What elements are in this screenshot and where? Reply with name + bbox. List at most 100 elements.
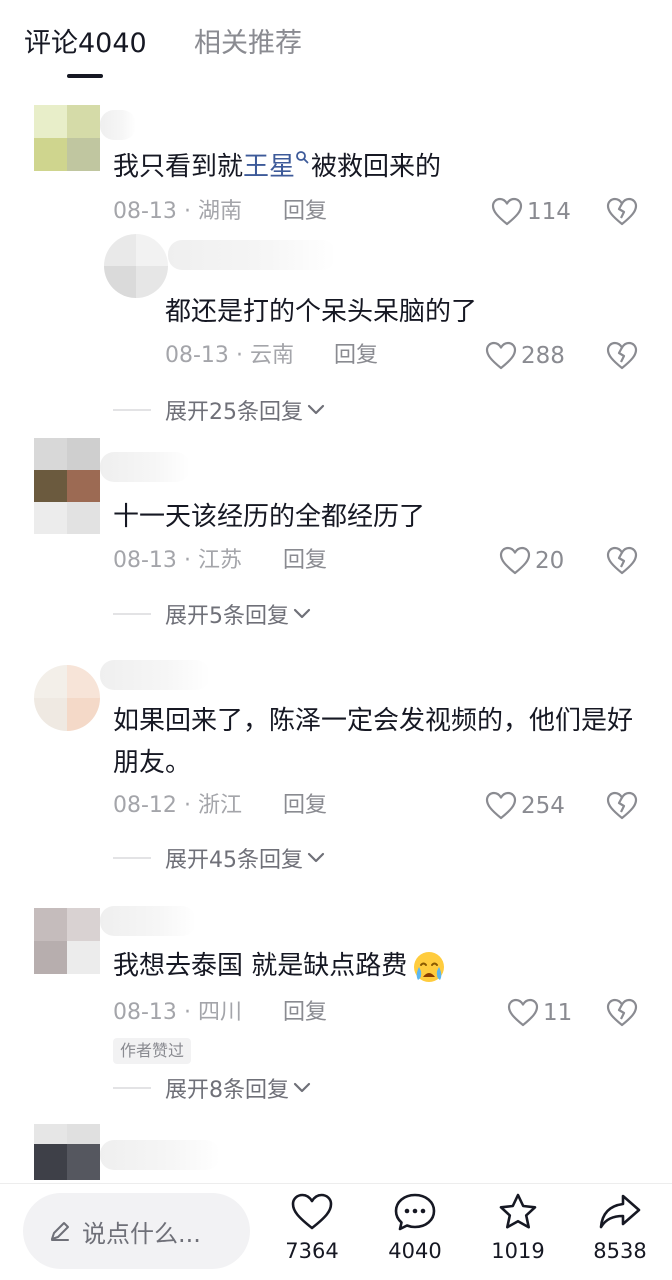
crying-emoji-icon xyxy=(414,952,445,982)
like-button[interactable]: 288 xyxy=(485,338,565,374)
comment-text-after: 被救回来的 xyxy=(311,152,442,182)
comments-button[interactable]: 4040 xyxy=(375,1192,455,1264)
like-count: 114 xyxy=(527,199,571,225)
avatar[interactable] xyxy=(34,908,100,974)
username-blurred xyxy=(100,452,190,482)
dislike-heart-icon[interactable] xyxy=(606,340,638,372)
username-blurred xyxy=(168,240,336,270)
share-button[interactable]: 8538 xyxy=(580,1192,660,1264)
comment-location: 浙江 xyxy=(197,793,242,818)
username-blurred xyxy=(100,906,196,936)
avatar[interactable] xyxy=(34,438,100,534)
like-button[interactable]: 20 xyxy=(499,543,564,579)
chevron-down-icon xyxy=(293,608,311,619)
comment-text: 都还是打的个呆头呆脑的了 xyxy=(165,297,478,327)
comment-date: 08-13 xyxy=(113,548,177,573)
dislike-heart-icon[interactable] xyxy=(606,545,638,577)
username-blurred xyxy=(100,110,136,140)
expand-replies[interactable]: 展开25条回复 xyxy=(113,394,325,426)
favorite-button[interactable]: 1019 xyxy=(478,1192,558,1264)
comment-date: 08-13 xyxy=(165,343,229,368)
search-icon xyxy=(296,151,309,164)
divider xyxy=(113,613,151,615)
reply-button[interactable]: 回复 xyxy=(283,196,327,228)
expand-replies-label: 展开45条回复 xyxy=(165,848,303,873)
comment-meta: 08-13 · 四川 xyxy=(113,1000,242,1025)
dislike-heart-icon[interactable] xyxy=(606,997,638,1029)
heart-icon xyxy=(291,1193,333,1230)
comment-tabs: 评论4040 相关推荐 xyxy=(0,0,672,80)
username-blurred xyxy=(100,660,210,690)
comment-text-before: 我只看到就 xyxy=(113,152,244,182)
heart-icon xyxy=(485,341,517,370)
comment-count: 4040 xyxy=(388,1239,442,1263)
like-button[interactable]: 11 xyxy=(507,995,572,1031)
divider xyxy=(113,1087,151,1089)
chevron-down-icon xyxy=(293,1082,311,1093)
expand-replies[interactable]: 展开45条回复 xyxy=(113,842,325,874)
comment-text-body: 我想去泰国 就是缺点路费 xyxy=(113,951,408,981)
comment-location: 江苏 xyxy=(197,548,242,573)
expand-replies[interactable]: 展开8条回复 xyxy=(113,1072,311,1104)
heart-icon xyxy=(491,197,523,226)
heart-icon xyxy=(485,791,517,820)
like-button[interactable]: 254 xyxy=(485,788,565,824)
comment-icon xyxy=(394,1193,436,1231)
heart-icon xyxy=(499,546,531,575)
avatar[interactable] xyxy=(104,234,168,298)
like-count: 11 xyxy=(543,1000,573,1026)
chevron-down-icon xyxy=(307,852,325,863)
comment-meta: 08-13 · 湖南 xyxy=(113,199,242,224)
heart-icon xyxy=(507,998,539,1027)
like-video-button[interactable]: 7364 xyxy=(272,1192,352,1264)
like-count: 7364 xyxy=(285,1239,339,1263)
expand-replies-label: 展开25条回复 xyxy=(165,400,303,425)
comment-date: 08-13 xyxy=(113,199,177,224)
comment-input-placeholder: 说点什么... xyxy=(82,1219,201,1248)
comment-meta: 08-12 · 浙江 xyxy=(113,793,242,818)
share-icon xyxy=(599,1194,641,1229)
comment-location: 云南 xyxy=(249,343,294,368)
username-blurred xyxy=(100,1140,220,1170)
comment-location: 湖南 xyxy=(197,199,242,224)
comment-date: 08-12 xyxy=(113,793,177,818)
star-icon xyxy=(499,1193,537,1229)
comment-text: 我只看到就王星 被救回来的 xyxy=(113,146,441,188)
like-count: 20 xyxy=(535,548,565,574)
active-tab-indicator xyxy=(67,74,103,78)
comment-text: 十一天该经历的全都经历了 xyxy=(113,502,426,532)
dislike-heart-icon[interactable] xyxy=(606,196,638,228)
comment-input[interactable]: 说点什么... xyxy=(23,1193,250,1269)
comment-text: 如果回来了，陈泽一定会发视频的，他们是好朋友。 xyxy=(113,706,634,778)
chevron-down-icon xyxy=(307,404,325,415)
comment-text: 我想去泰国 就是缺点路费 xyxy=(113,945,449,987)
reply-button[interactable]: 回复 xyxy=(334,340,378,372)
avatar[interactable] xyxy=(34,665,100,731)
comment-date: 08-13 xyxy=(113,1000,177,1025)
like-button[interactable]: 114 xyxy=(491,194,571,230)
comment-location: 四川 xyxy=(197,1000,242,1025)
reply-button[interactable]: 回复 xyxy=(283,790,327,822)
share-count: 8538 xyxy=(593,1239,647,1263)
reply-button[interactable]: 回复 xyxy=(283,545,327,577)
comment-meta: 08-13 · 云南 xyxy=(165,343,294,368)
dislike-heart-icon[interactable] xyxy=(606,790,638,822)
reply-button[interactable]: 回复 xyxy=(283,997,327,1029)
mention-link[interactable]: 王星 xyxy=(243,152,295,182)
comment-meta: 08-13 · 江苏 xyxy=(113,548,242,573)
expand-replies-label: 展开5条回复 xyxy=(165,604,289,629)
divider xyxy=(113,409,151,411)
pencil-icon xyxy=(51,1222,69,1241)
favorite-count: 1019 xyxy=(491,1239,545,1263)
like-count: 254 xyxy=(521,793,565,819)
like-count: 288 xyxy=(521,343,565,369)
avatar[interactable] xyxy=(34,1124,100,1180)
expand-replies[interactable]: 展开5条回复 xyxy=(113,598,311,630)
author-liked-badge: 作者赞过 xyxy=(113,1038,192,1064)
divider xyxy=(113,857,151,859)
tab-comments[interactable]: 评论4040 xyxy=(24,24,147,64)
tab-related[interactable]: 相关推荐 xyxy=(194,24,302,64)
expand-replies-label: 展开8条回复 xyxy=(165,1078,289,1103)
bottom-action-bar: 说点什么... 7364 4040 1019 8538 xyxy=(0,1183,672,1280)
avatar[interactable] xyxy=(34,105,100,171)
